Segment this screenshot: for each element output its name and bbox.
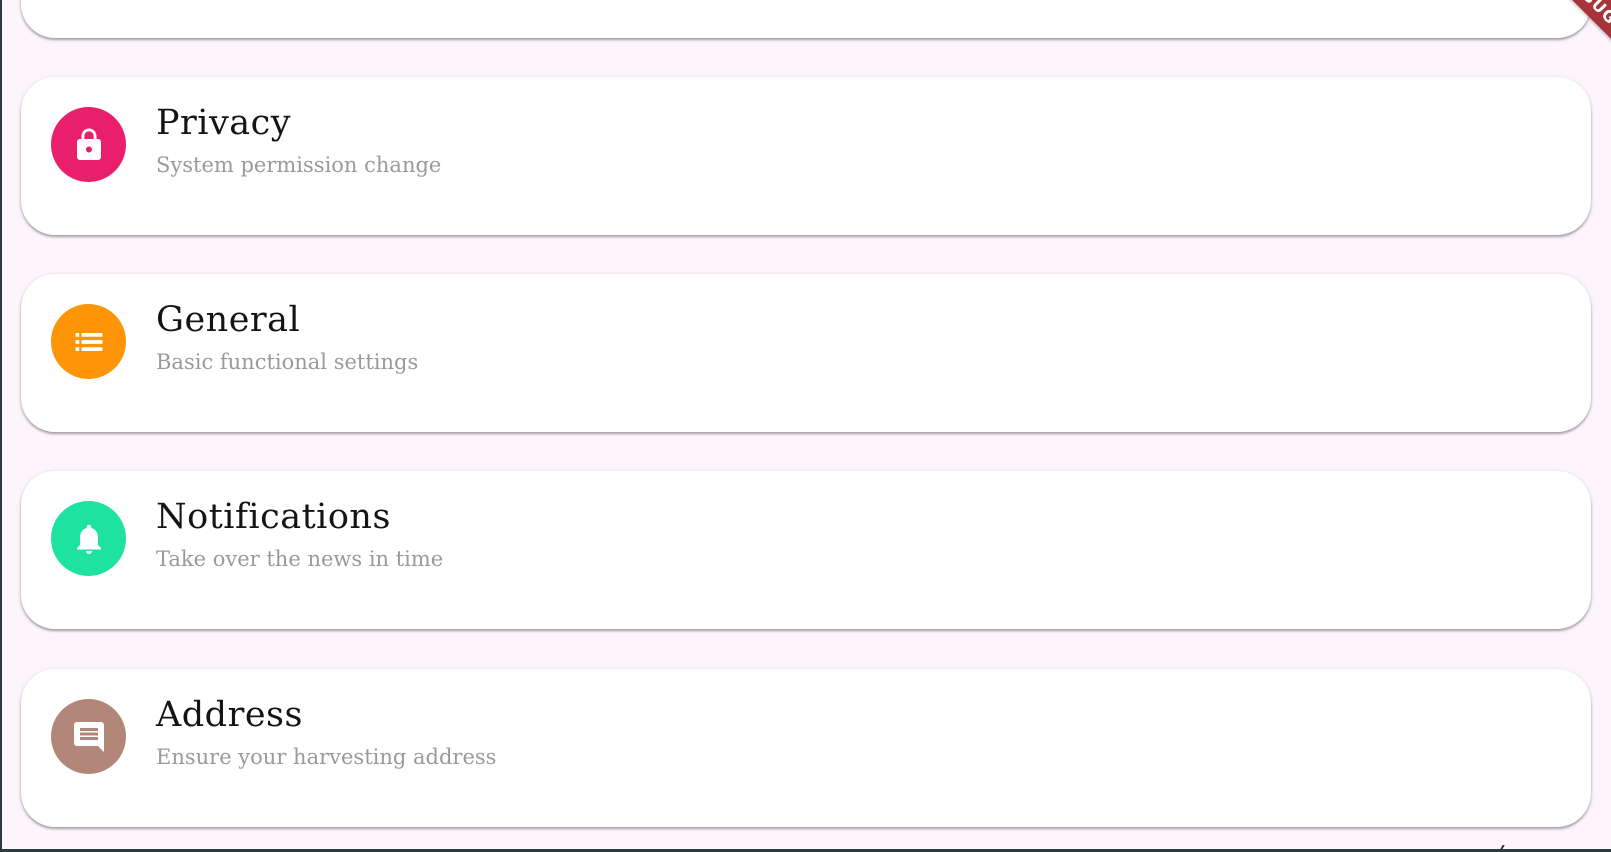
chat-icon <box>51 699 126 774</box>
settings-card-subtitle: Ensure your harvesting address <box>156 745 497 769</box>
corner-mark <box>1499 845 1513 849</box>
settings-card-notifications[interactable]: Notifications Take over the news in time <box>21 471 1591 629</box>
lock-icon <box>51 107 126 182</box>
settings-card-title: General <box>156 300 301 340</box>
settings-card-privacy[interactable]: Privacy System permission change <box>21 77 1591 235</box>
settings-card-subtitle: Take over the news in time <box>156 547 444 571</box>
settings-screen: Privacy System permission change General… <box>2 0 1611 849</box>
bell-icon <box>51 501 126 576</box>
settings-card-title: Address <box>156 695 303 735</box>
settings-card-subtitle: System permission change <box>156 153 442 177</box>
settings-card-partial[interactable] <box>21 0 1591 38</box>
settings-card-title: Privacy <box>156 103 291 143</box>
list-icon <box>51 304 126 379</box>
settings-card-general[interactable]: General Basic functional settings <box>21 274 1591 432</box>
settings-card-address[interactable]: Address Ensure your harvesting address <box>21 669 1591 827</box>
settings-card-title: Notifications <box>156 497 391 537</box>
settings-card-subtitle: Basic functional settings <box>156 350 419 374</box>
